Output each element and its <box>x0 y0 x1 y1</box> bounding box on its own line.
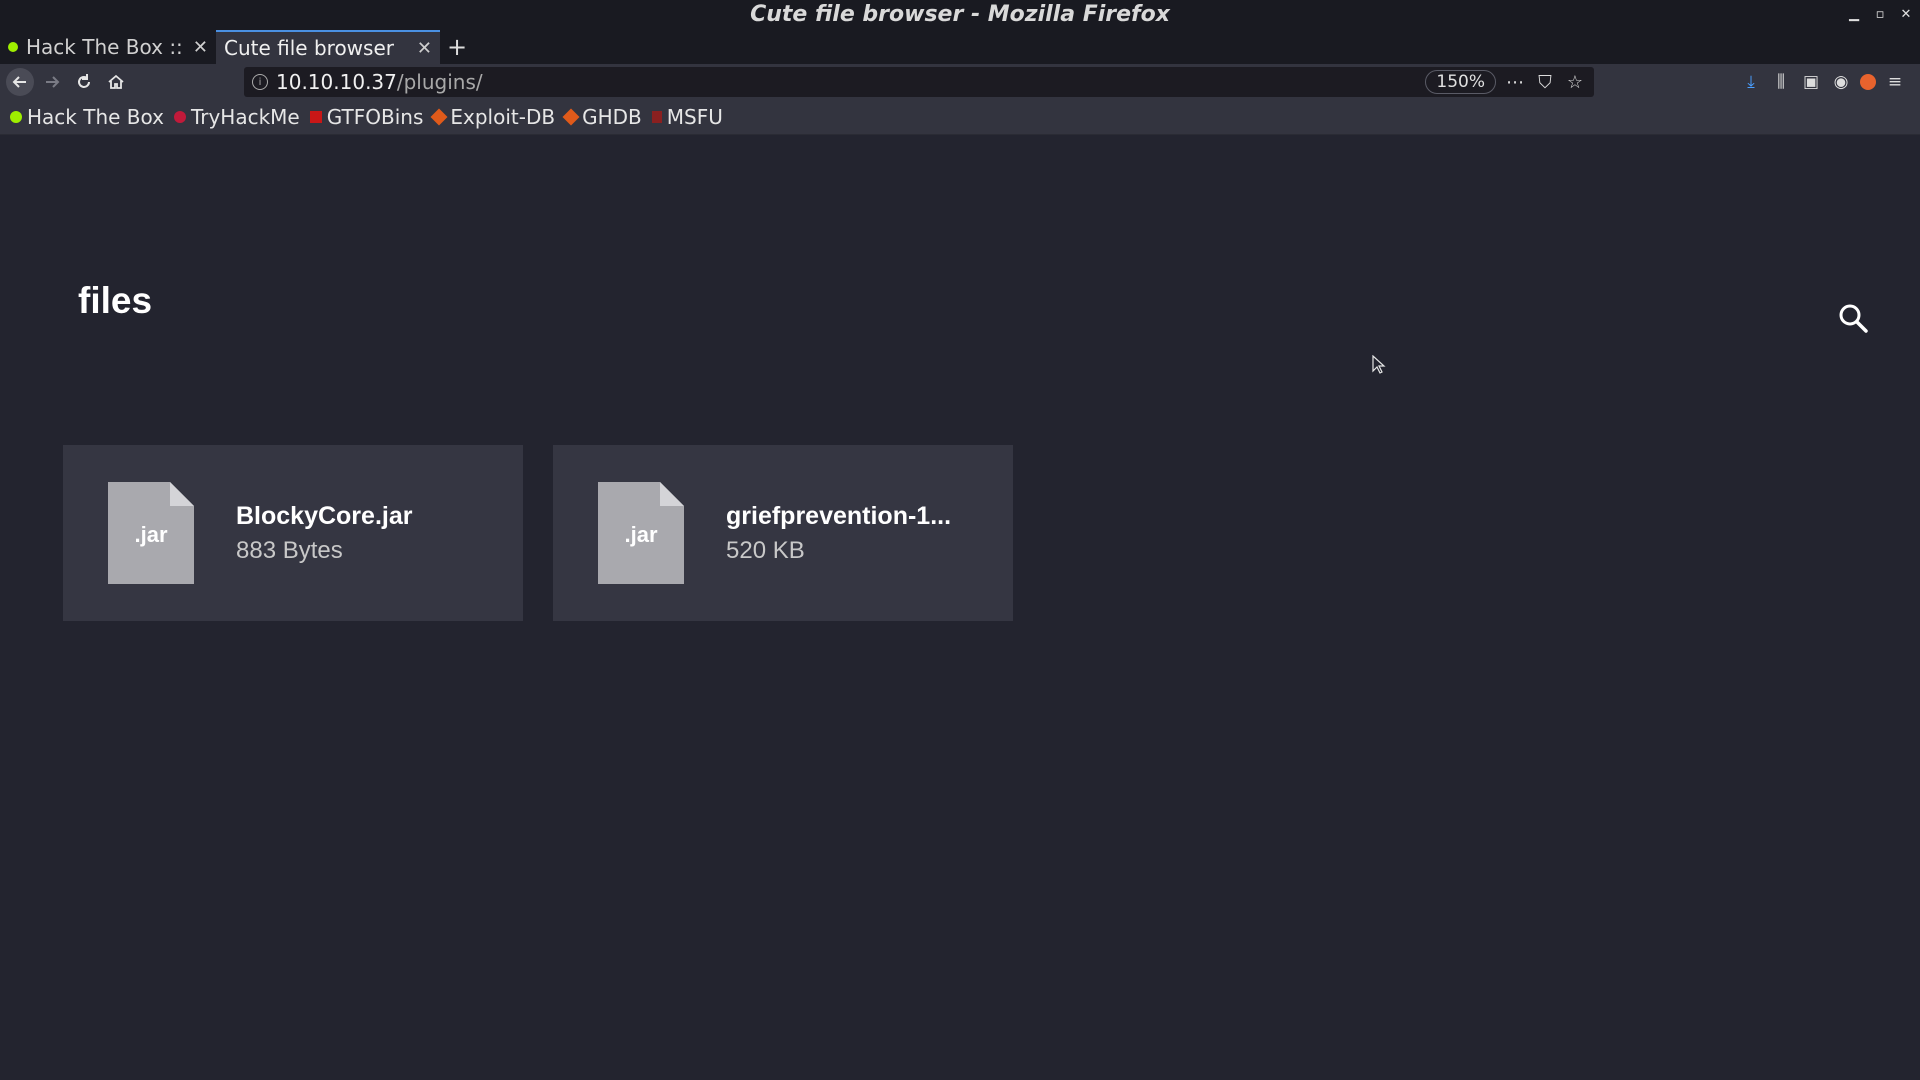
bookmark-label: MSFU <box>666 105 723 129</box>
jar-file-icon: .jar <box>108 482 194 584</box>
bookmark-label: Exploit-DB <box>450 105 556 129</box>
msfu-icon <box>651 111 662 123</box>
file-extension: .jar <box>624 522 658 547</box>
new-tab-button[interactable]: + <box>440 30 474 64</box>
reload-button[interactable] <box>70 68 98 96</box>
htb-icon <box>10 111 22 123</box>
page-actions-icon[interactable]: ⋯ <box>1504 72 1526 93</box>
bookmark-label: TryHackMe <box>190 105 300 129</box>
ghdb-icon <box>562 108 580 126</box>
file-card[interactable]: .jar griefprevention-1... 520 KB <box>553 445 1013 621</box>
file-name: griefprevention-1... <box>726 501 952 530</box>
page-content: files .jar BlockyCore.jar 883 Bytes .jar… <box>0 135 1920 1080</box>
bookmark-gtfobins[interactable]: GTFOBins <box>309 105 424 129</box>
file-size: 520 KB <box>726 536 805 564</box>
gtfobins-icon <box>309 111 322 123</box>
bookmark-label: GHDB <box>582 105 642 129</box>
window-titlebar: Cute file browser - Mozilla Firefox ▁ ▫ … <box>0 0 1920 30</box>
site-info-icon[interactable]: i <box>252 74 268 90</box>
file-grid: .jar BlockyCore.jar 883 Bytes .jar grief… <box>63 445 1013 621</box>
exploit-db-icon <box>430 108 448 126</box>
bookmark-tryhackme[interactable]: TryHackMe <box>173 105 300 129</box>
sidebar-icon[interactable]: ▣ <box>1800 72 1822 92</box>
navigation-bar: i 10.10.10.37 /plugins/ 150% ⋯ ⛉ ☆ ⤓ ⫼ ▣… <box>0 64 1920 100</box>
htb-favicon-icon <box>8 42 18 52</box>
file-meta: griefprevention-1... 520 KB <box>726 502 951 565</box>
url-host: 10.10.10.37 <box>276 70 397 94</box>
jar-file-icon: .jar <box>598 482 684 584</box>
search-icon[interactable] <box>1837 302 1869 334</box>
reload-icon <box>78 74 90 88</box>
tryhackme-icon <box>173 111 186 123</box>
home-icon <box>108 74 124 89</box>
minimize-icon[interactable]: ▁ <box>1846 0 1862 30</box>
bookmark-ghdb[interactable]: GHDB <box>562 105 642 129</box>
toolbar-right: ⤓ ⫼ ▣ ◉ ≡ <box>1740 72 1914 92</box>
bookmark-label: GTFOBins <box>326 105 424 129</box>
zoom-indicator[interactable]: 150% <box>1425 70 1496 94</box>
maximize-icon[interactable]: ▫ <box>1872 0 1888 30</box>
home-button[interactable] <box>102 68 130 96</box>
pocket-icon[interactable]: ⛉ <box>1534 72 1556 93</box>
file-extension: .jar <box>134 522 168 547</box>
tab-close-icon[interactable]: ✕ <box>417 38 432 59</box>
file-size: 883 Bytes <box>236 536 343 564</box>
bookmark-label: Hack The Box <box>27 105 164 129</box>
tab-hackthebox[interactable]: Hack The Box :: E ✕ <box>0 30 216 64</box>
bookmarks-toolbar: Hack The Box TryHackMe GTFOBins Exploit-… <box>0 100 1920 135</box>
forward-arrow-icon <box>46 76 60 88</box>
window-title: Cute file browser - Mozilla Firefox <box>750 2 1170 27</box>
file-card[interactable]: .jar BlockyCore.jar 883 Bytes <box>63 445 523 621</box>
window-controls: ▁ ▫ ✕ <box>1846 0 1914 30</box>
library-icon[interactable]: ⫼ <box>1770 72 1792 92</box>
hamburger-menu-icon[interactable]: ≡ <box>1884 72 1906 92</box>
forward-button[interactable] <box>38 68 66 96</box>
close-window-icon[interactable]: ✕ <box>1898 0 1914 30</box>
mouse-cursor-icon <box>1372 355 1386 374</box>
bookmark-exploit-db[interactable]: Exploit-DB <box>430 105 556 129</box>
tab-label: Hack The Box :: E <box>26 35 185 59</box>
tab-strip: Hack The Box :: E ✕ Cute file browser ✕ … <box>0 30 1920 64</box>
page-title: files <box>78 280 153 321</box>
file-meta: BlockyCore.jar 883 Bytes <box>236 502 412 565</box>
account-icon[interactable]: ◉ <box>1830 72 1852 92</box>
bookmark-msfu[interactable]: MSFU <box>651 105 723 129</box>
address-bar[interactable]: i 10.10.10.37 /plugins/ 150% ⋯ ⛉ ☆ <box>244 67 1594 97</box>
back-arrow-icon <box>12 76 26 88</box>
tab-close-icon[interactable]: ✕ <box>193 37 208 58</box>
tab-cute-file-browser[interactable]: Cute file browser ✕ <box>216 30 440 64</box>
bookmark-hackthebox[interactable]: Hack The Box <box>10 105 164 129</box>
file-name: BlockyCore.jar <box>236 501 413 530</box>
url-path: /plugins/ <box>396 70 483 94</box>
download-icon[interactable]: ⤓ <box>1740 72 1762 92</box>
tab-label: Cute file browser <box>224 36 394 60</box>
back-button[interactable] <box>6 68 34 96</box>
firefox-extension-icon[interactable] <box>1860 74 1876 90</box>
bookmark-star-icon[interactable]: ☆ <box>1564 72 1586 93</box>
